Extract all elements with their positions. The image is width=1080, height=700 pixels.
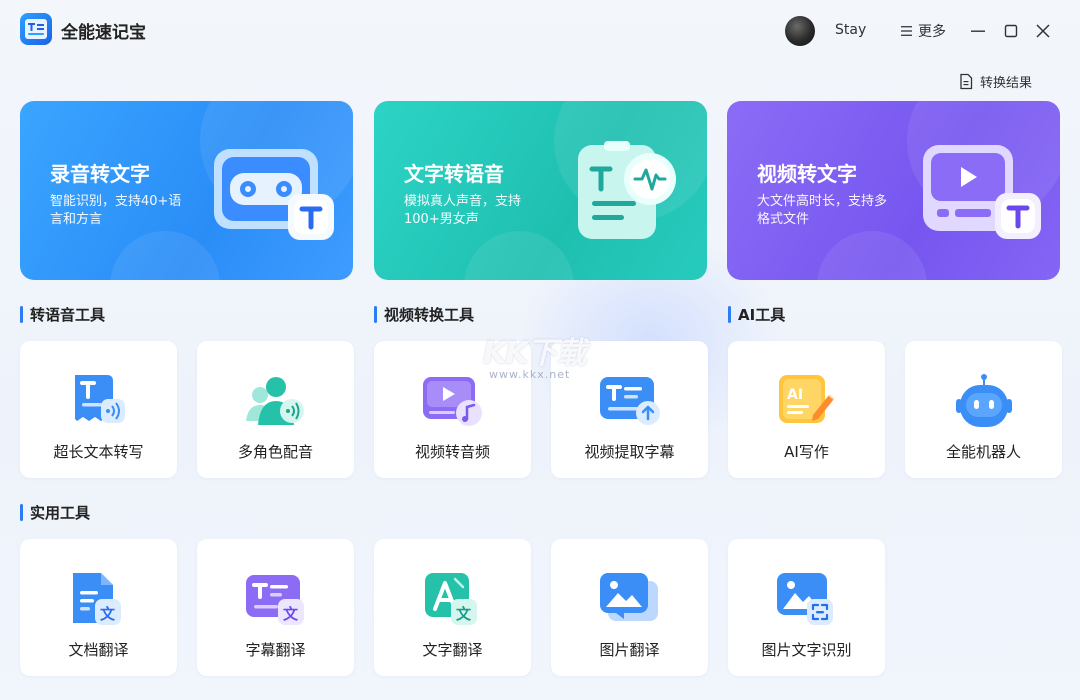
svg-text:文: 文 bbox=[456, 605, 472, 623]
tool-long-text-transcribe[interactable]: 超长文本转写 bbox=[20, 341, 177, 478]
menu-lines-icon bbox=[901, 26, 912, 36]
video-subtitle-extract-icon bbox=[600, 377, 660, 425]
tool-video-to-audio[interactable]: 视频转音频 bbox=[374, 341, 531, 478]
tool-video-subtitle-extract[interactable]: 视频提取字幕 bbox=[551, 341, 708, 478]
image-translate-icon bbox=[600, 573, 658, 621]
subtitle-translate-icon: 文 bbox=[246, 575, 304, 625]
tool-text-translate[interactable]: 文 文字翻译 bbox=[374, 539, 531, 676]
decor-bubble bbox=[464, 231, 574, 280]
hero-video-to-text[interactable]: 视频转文字 大文件高时长，支持多格式文件 bbox=[727, 101, 1060, 280]
section-title-video-tools: 视频转换工具 bbox=[374, 304, 474, 325]
cassette-text-icon bbox=[214, 149, 334, 240]
video-to-audio-icon bbox=[423, 377, 482, 426]
multi-role-dubbing-icon bbox=[246, 377, 304, 425]
long-text-transcribe-icon bbox=[75, 375, 125, 423]
document-icon bbox=[960, 73, 973, 90]
svg-text:AI: AI bbox=[787, 387, 803, 403]
tool-label: 视频提取字幕 bbox=[584, 443, 675, 461]
app-logo-icon bbox=[20, 13, 52, 45]
section-title-ai-tools: AI工具 bbox=[728, 304, 785, 325]
minimize-icon[interactable] bbox=[968, 21, 988, 41]
tool-label: 视频转音频 bbox=[414, 443, 490, 461]
tool-image-ocr[interactable]: 图片文字识别 bbox=[728, 539, 885, 676]
app-window: 全能速记宝 Stay 更多 转换结果 录音转文字 智能识别，支持40+语言和方言… bbox=[0, 0, 1080, 700]
image-ocr-icon bbox=[777, 573, 833, 625]
tool-label: 文档翻译 bbox=[68, 641, 129, 659]
tool-label: 多角色配音 bbox=[237, 443, 313, 461]
decor-bubble bbox=[817, 231, 927, 280]
tool-robot[interactable]: 全能机器人 bbox=[905, 341, 1062, 478]
decor-bubble bbox=[110, 231, 220, 280]
hero-title: 视频转文字 bbox=[757, 162, 857, 186]
clipboard-wave-icon bbox=[578, 141, 676, 239]
username[interactable]: Stay bbox=[835, 22, 866, 38]
hero-audio-to-text[interactable]: 录音转文字 智能识别，支持40+语言和方言 bbox=[20, 101, 353, 280]
conversion-results-button[interactable]: 转换结果 bbox=[958, 72, 1032, 91]
hero-desc: 大文件高时长，支持多格式文件 bbox=[757, 194, 888, 227]
hero-title: 录音转文字 bbox=[50, 162, 150, 186]
tool-label: 文字翻译 bbox=[422, 641, 483, 659]
ai-writing-icon: AI bbox=[779, 375, 835, 423]
more-label: 更多 bbox=[918, 24, 946, 40]
svg-text:文: 文 bbox=[100, 605, 116, 623]
hero-desc: 模拟真人声音，支持100+男女声 bbox=[404, 194, 522, 227]
tool-label: 图片文字识别 bbox=[761, 641, 852, 659]
hero-title: 文字转语音 bbox=[404, 162, 504, 186]
svg-text:文: 文 bbox=[283, 605, 299, 623]
title-bar: 全能速记宝 Stay 更多 bbox=[0, 0, 1080, 62]
tool-subtitle-translate[interactable]: 文 字幕翻译 bbox=[197, 539, 354, 676]
section-title-utility-tools: 实用工具 bbox=[20, 502, 90, 523]
more-menu-button[interactable]: 更多 bbox=[900, 20, 946, 42]
tool-multi-role-dubbing[interactable]: 多角色配音 bbox=[197, 341, 354, 478]
tool-image-translate[interactable]: 图片翻译 bbox=[551, 539, 708, 676]
results-label: 转换结果 bbox=[980, 76, 1033, 91]
robot-icon bbox=[956, 374, 1012, 427]
tool-label: 字幕翻译 bbox=[245, 641, 306, 659]
tool-document-translate[interactable]: 文 文档翻译 bbox=[20, 539, 177, 676]
document-translate-icon: 文 bbox=[73, 573, 121, 625]
maximize-icon[interactable] bbox=[1001, 21, 1021, 41]
app-title: 全能速记宝 bbox=[61, 23, 146, 43]
hero-text-to-speech[interactable]: 文字转语音 模拟真人声音，支持100+男女声 bbox=[374, 101, 707, 280]
user-avatar[interactable] bbox=[785, 16, 815, 46]
close-icon[interactable] bbox=[1033, 21, 1053, 41]
section-title-voice-tools: 转语音工具 bbox=[20, 304, 105, 325]
video-screen-text-icon bbox=[923, 145, 1041, 239]
text-translate-icon: 文 bbox=[425, 573, 477, 625]
tool-label: 超长文本转写 bbox=[53, 443, 144, 461]
tool-label: AI写作 bbox=[784, 443, 829, 461]
hero-desc: 智能识别，支持40+语言和方言 bbox=[50, 194, 182, 227]
tool-ai-writing[interactable]: AI AI写作 bbox=[728, 341, 885, 478]
tool-label: 图片翻译 bbox=[599, 641, 660, 659]
tool-label: 全能机器人 bbox=[945, 443, 1021, 461]
